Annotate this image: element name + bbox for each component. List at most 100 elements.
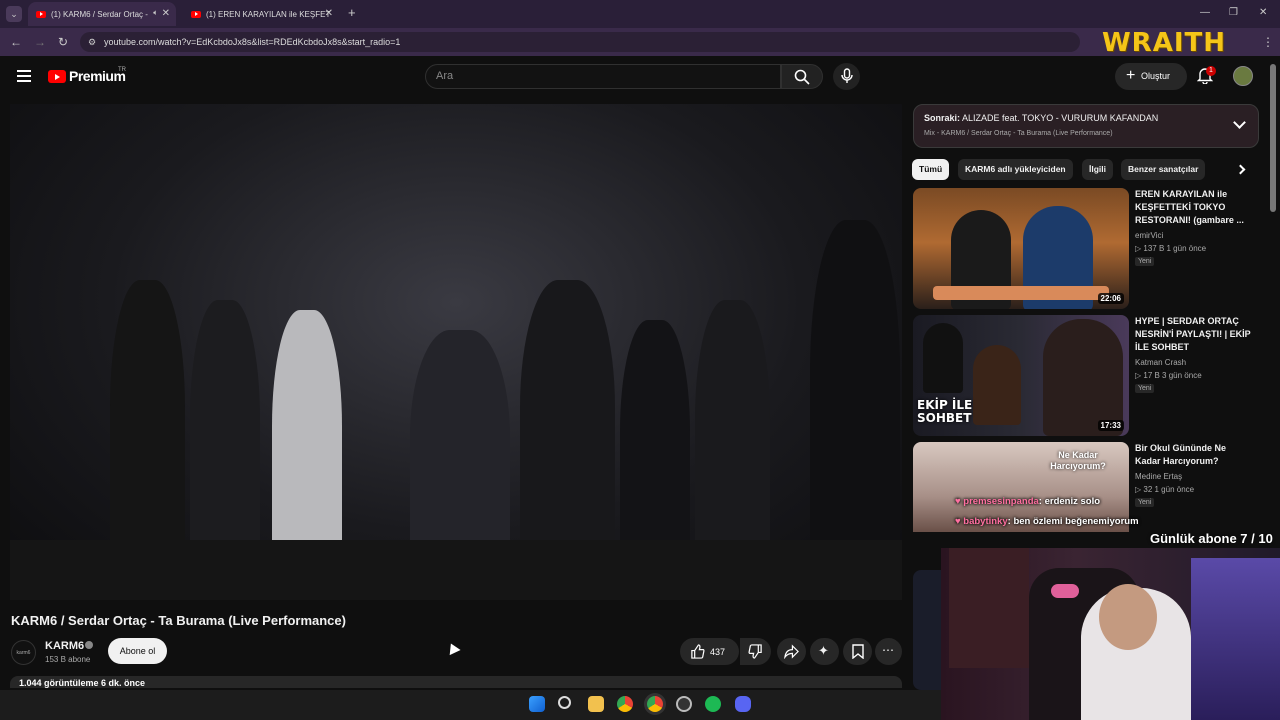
spotify-icon[interactable] [705,696,721,712]
microphone-icon [841,68,853,83]
new-badge: Yeni [1135,498,1155,507]
thumbs-down-icon [748,644,762,659]
close-icon[interactable]: ✕ [325,8,333,19]
search-icon[interactable] [558,696,571,709]
video-thumbnail[interactable] [913,570,941,690]
up-next-panel[interactable] [913,104,1259,148]
related-channel[interactable]: emirVici [1135,231,1163,240]
thumbnail-caption: EKİP İLE SOHBET [917,398,973,425]
share-button[interactable] [777,638,806,665]
back-icon[interactable]: ← [10,35,22,49]
streamer-head [1099,584,1157,650]
minimize-icon[interactable]: — [1200,7,1210,18]
browser-tab-bar: ⌄ (1) KARM6 / Serdar Ortaç - 🔈︎ ✕ (1) ER… [0,0,1280,28]
close-icon[interactable]: ✕ [162,8,170,19]
url-field[interactable]: ⚙︎ youtube.com/watch?v=EdKcbdoJx8s&list=… [80,32,1080,52]
poster-figure [949,548,1029,668]
related-video-title[interactable]: Bir Okul Gününde Ne Kadar Harcıyorum? [1135,442,1253,468]
related-meta: ▷ 137 B 1 gün önce [1135,244,1207,253]
chip-related[interactable]: İlgili [1082,159,1113,180]
site-info-icon[interactable]: ⚙︎ [88,32,96,52]
youtube-favicon-icon [36,10,46,18]
tab-label: (1) EREN KARAYILAN ile KEŞFET [206,9,331,19]
subscribe-button[interactable]: Abone ol [108,638,167,664]
forward-icon[interactable]: → [34,35,46,49]
menu-icon[interactable] [17,70,31,85]
channel-avatar[interactable]: karm6 [11,640,36,665]
chat-message: ♥ premsesinpanda: erdeniz solo [955,496,1100,507]
menu-dots-icon[interactable]: ⋮ [1262,35,1274,49]
new-badge: Yeni [1135,257,1155,266]
related-channel[interactable]: Medine Ertaş [1135,472,1182,481]
more-button[interactable]: ⋯ [875,638,902,665]
region-code: TR [118,67,126,73]
chip-all[interactable]: Tümü [912,159,950,180]
related-meta: ▷ 17 B 3 gün önce [1135,371,1202,380]
chip-similar-artists[interactable]: Benzer sanatçılar [1121,159,1206,180]
account-avatar[interactable] [1233,66,1253,86]
notification-count-badge: 1 [1206,66,1216,76]
heart-icon: ♥ [955,496,961,507]
wraith-logo: WRAITH [1102,28,1226,58]
related-video-title[interactable]: EREN KARAYILAN ile KEŞFETTEKİ TOKYO REST… [1135,188,1253,227]
file-explorer-icon[interactable] [588,696,604,712]
new-badge: Yeni [1135,384,1155,393]
youtube-logo-icon[interactable] [48,70,66,83]
streamer-webcam [941,548,1280,720]
chip-uploader[interactable]: KARM6 adlı yükleyiciden [958,159,1073,180]
up-next-prefix: Sonraki: [924,113,961,123]
search-icon [794,69,810,85]
video-player[interactable] [10,104,902,600]
chrome-icon[interactable] [617,696,633,712]
chrome-active-icon[interactable] [647,696,663,712]
save-button[interactable] [843,638,872,665]
duration-badge: 22:06 [1097,293,1124,304]
tab-list-icon[interactable]: ⌄ [6,6,22,22]
view-count-line: 1.044 görüntüleme 6 dk. önce [19,678,146,688]
search-input[interactable]: Ara [425,64,781,89]
mix-playlist-line: Mix - KARM6 / Serdar Ortaç - Ta Burama (… [924,130,1113,137]
verified-check-icon [85,641,93,649]
share-icon [784,644,799,659]
person-figure [1043,319,1123,436]
channel-name[interactable]: KARM6 [45,640,84,652]
up-next-title: ALIZADE feat. TOKYO - VURURUM KAFANDAN [962,113,1159,123]
chat-username: premsesinpanda [963,496,1039,507]
page-scrollbar[interactable] [1270,64,1276,212]
chevron-right-icon[interactable] [1235,164,1246,175]
close-window-icon[interactable]: ✕ [1259,7,1267,18]
dislike-button[interactable] [740,638,771,665]
obs-icon[interactable] [676,696,692,712]
restore-icon[interactable]: ❐ [1229,7,1238,18]
duration-badge: 17:33 [1097,420,1124,431]
windows-start-icon[interactable] [529,696,545,712]
description-box[interactable]: 1.044 görüntüleme 6 dk. önce [10,676,902,688]
tab-eren[interactable]: (1) EREN KARAYILAN ile KEŞFET ✕ [183,2,339,26]
youtube-favicon-icon [191,10,201,18]
speaker-icon: 🔈︎ [153,8,158,17]
search-button[interactable] [781,64,823,89]
video-thumbnail[interactable]: 22:06 [913,188,1129,309]
related-video-title[interactable]: HYPE | SERDAR ORTAÇ NESRİN'İ PAYLAŞTI! |… [1135,315,1253,354]
discord-icon[interactable] [735,696,751,712]
url-text: youtube.com/watch?v=EdKcbdoJx8s&list=RDE… [104,37,401,47]
new-tab-button[interactable]: + [348,5,356,20]
ask-ai-button[interactable]: ✦ [810,638,839,665]
sushi-board [933,286,1109,300]
like-count: 437 [710,647,726,657]
more-dots-icon: ⋯ [882,643,894,657]
tab-karm6[interactable]: (1) KARM6 / Serdar Ortaç - 🔈︎ ✕ [28,2,176,26]
reload-icon[interactable]: ↻ [58,35,68,49]
video-thumbnail[interactable]: EKİP İLE SOHBET 17:33 [913,315,1129,436]
windows-taskbar [0,690,941,720]
address-bar-row: ← → ↻ ⚙︎ youtube.com/watch?v=EdKcbdoJx8s… [0,28,1280,56]
voice-search-button[interactable] [833,63,860,90]
person-figure [923,323,963,393]
chat-username: babytinky [963,516,1008,527]
premium-logo-text[interactable]: Premium [69,68,126,84]
chat-text: : ben özlemi beğenemiyorum [1007,516,1139,527]
related-channel[interactable]: Katman Crash [1135,358,1186,367]
create-button[interactable]: Oluştur [1115,62,1187,90]
led-light [1191,558,1280,720]
tab-label: (1) KARM6 / Serdar Ortaç - [51,9,148,19]
